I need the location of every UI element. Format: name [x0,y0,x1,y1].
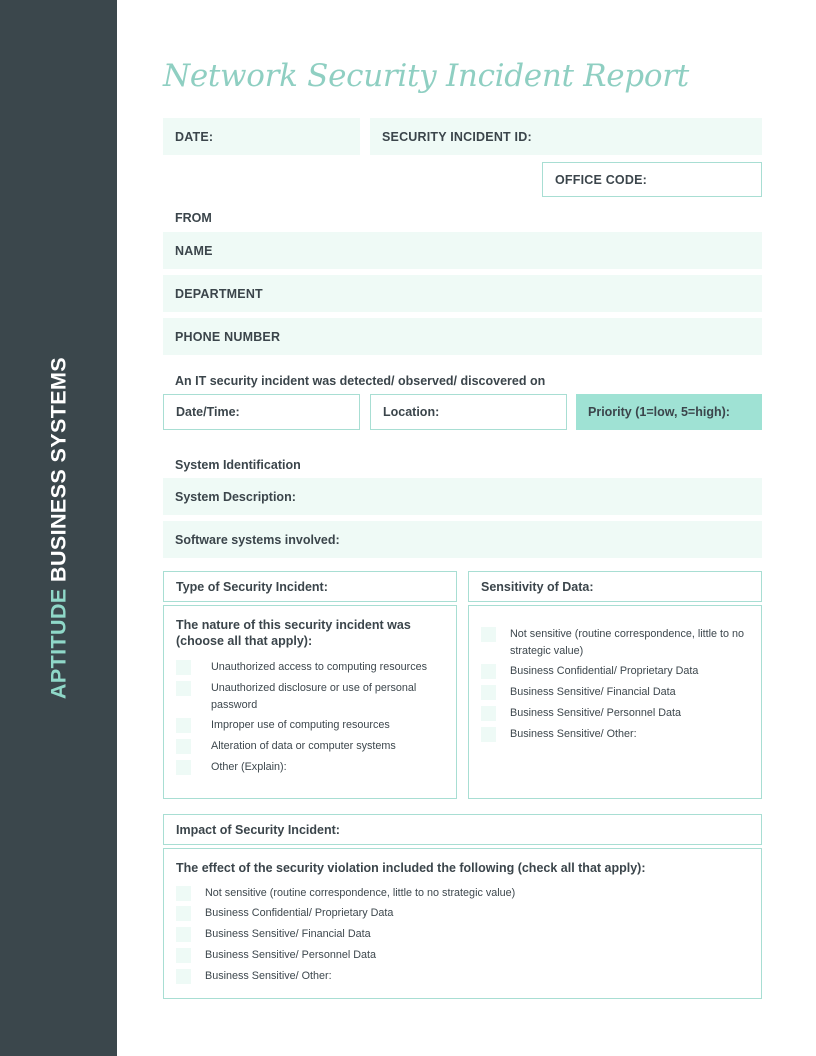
option-label: Business Sensitive/ Personnel Data [510,706,682,719]
sensitivity-of-data-heading: Sensitivity of Data: [481,579,594,594]
option-label: Not sensitive (routine correspondence, l… [510,628,745,657]
list-item[interactable]: Business Sensitive/ Other: [481,726,749,743]
datetime-field-label: Date/Time: [176,405,240,419]
phone-number-field-label: PHONE NUMBER [175,329,281,344]
option-label: Business Sensitive/ Personnel Data [205,948,377,961]
checkbox-icon[interactable] [481,726,496,742]
checkbox-icon[interactable] [176,906,191,922]
list-item[interactable]: Alteration of data or computer systems [176,738,444,755]
option-label: Business Sensitive/ Financial Data [205,928,371,941]
option-label: Other (Explain): [211,760,287,773]
checkbox-icon[interactable] [481,705,496,721]
checkbox-icon[interactable] [176,718,191,734]
option-label: Unauthorized access to computing resourc… [211,661,428,674]
list-item[interactable]: Not sensitive (routine correspondence, l… [176,885,749,902]
list-item[interactable]: Business Sensitive/ Financial Data [481,684,749,701]
option-label: Alteration of data or computer systems [211,740,396,753]
list-item[interactable]: Other (Explain): [176,759,444,776]
department-field-label: DEPARTMENT [175,286,263,301]
list-item[interactable]: Business Sensitive/ Personnel Data [176,947,749,964]
security-incident-id-field[interactable]: SECURITY INCIDENT ID: [370,118,762,155]
checkbox-icon[interactable] [176,885,191,901]
list-item[interactable]: Business Confidential/ Proprietary Data [481,663,749,680]
type-of-incident-options: Unauthorized access to computing resourc… [176,659,444,775]
list-item[interactable]: Business Sensitive/ Other: [176,968,749,985]
option-label: Business Sensitive/ Other: [510,727,637,740]
location-field[interactable]: Location: [370,394,567,430]
list-item[interactable]: Improper use of computing resources [176,717,444,734]
document-body: Network Security Incident Report DATE: S… [117,0,816,1056]
impact-panel: The effect of the security violation inc… [163,848,762,999]
priority-field-label: Priority (1=low, 5=high): [588,405,730,419]
name-field-label: NAME [175,243,213,258]
software-systems-label: Software systems involved: [175,532,340,547]
option-label: Business Confidential/ Proprietary Data [205,907,394,920]
checkbox-icon[interactable] [176,947,191,963]
option-label: Unauthorized disclosure or use of person… [211,681,417,711]
sensitivity-of-data-panel: Not sensitive (routine correspondence, l… [468,605,762,799]
sensitivity-of-data-options: Not sensitive (routine correspondence, l… [481,626,749,742]
detection-intro: An IT security incident was detected/ ob… [175,374,546,388]
brand-primary: APTITUDE [45,588,70,700]
type-of-incident-heading: Type of Security Incident: [176,579,328,594]
checkbox-icon[interactable] [481,685,496,701]
location-field-label: Location: [383,405,440,419]
type-of-incident-intro: The nature of this security incident was… [176,618,411,648]
checkbox-icon[interactable] [176,739,191,755]
system-identification-heading: System Identification [175,458,301,472]
list-item[interactable]: Business Sensitive/ Financial Data [176,926,749,943]
date-field[interactable]: DATE: [163,118,360,155]
sidebar: APTITUDE BUSINESS SYSTEMS [0,0,117,1056]
checkbox-icon[interactable] [176,660,191,676]
priority-field[interactable]: Priority (1=low, 5=high): [576,394,762,430]
datetime-field[interactable]: Date/Time: [163,394,360,430]
list-item[interactable]: Business Sensitive/ Personnel Data [481,705,749,722]
impact-heading: Impact of Security Incident: [176,822,340,837]
brand-wordmark: APTITUDE BUSINESS SYSTEMS [45,356,70,700]
system-description-field[interactable]: System Description: [163,478,762,515]
system-description-label: System Description: [175,489,296,504]
list-item[interactable]: Unauthorized access to computing resourc… [176,659,444,676]
checkbox-icon[interactable] [176,680,191,696]
sensitivity-of-data-header: Sensitivity of Data: [468,571,762,602]
checkbox-icon[interactable] [176,927,191,943]
page-title: Network Security Incident Report [163,58,689,94]
security-incident-id-label: SECURITY INCIDENT ID: [382,129,532,144]
impact-intro: The effect of the security violation inc… [176,861,646,875]
checkbox-icon[interactable] [176,968,191,984]
type-of-incident-header: Type of Security Incident: [163,571,457,602]
checkbox-icon[interactable] [176,759,191,775]
department-field[interactable]: DEPARTMENT [163,275,762,312]
checkbox-icon[interactable] [481,664,496,680]
option-label: Business Sensitive/ Other: [205,969,332,982]
option-label: Improper use of computing resources [211,719,390,732]
list-item[interactable]: Not sensitive (routine correspondence, l… [481,626,749,659]
type-of-incident-panel: The nature of this security incident was… [163,605,457,799]
checkbox-icon[interactable] [481,627,496,642]
from-heading: FROM [175,211,212,225]
list-item[interactable]: Unauthorized disclosure or use of person… [176,680,444,713]
impact-header: Impact of Security Incident: [163,814,762,845]
office-code-field[interactable]: OFFICE CODE: [542,162,762,197]
impact-options: Not sensitive (routine correspondence, l… [176,885,749,985]
phone-number-field[interactable]: PHONE NUMBER [163,318,762,355]
option-label: Business Confidential/ Proprietary Data [510,665,699,678]
date-field-label: DATE: [175,129,214,144]
option-label: Business Sensitive/ Financial Data [510,686,676,699]
list-item[interactable]: Business Confidential/ Proprietary Data [176,905,749,922]
name-field[interactable]: NAME [163,232,762,269]
option-label: Not sensitive (routine correspondence, l… [205,886,516,899]
brand-secondary: BUSINESS SYSTEMS [45,356,70,582]
software-systems-field[interactable]: Software systems involved: [163,521,762,558]
office-code-label: OFFICE CODE: [555,172,647,187]
